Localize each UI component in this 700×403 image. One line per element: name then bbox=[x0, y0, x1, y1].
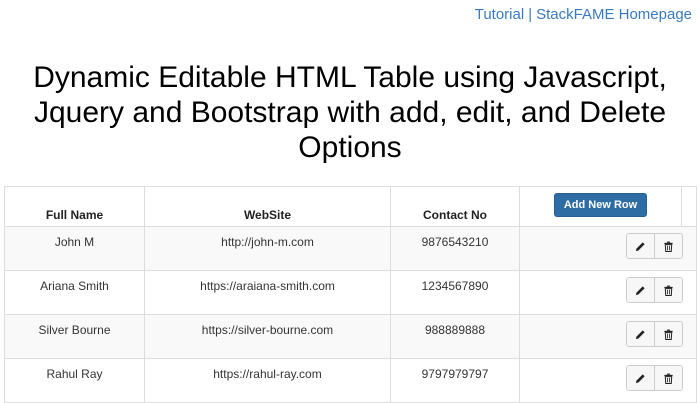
top-links: Tutorial | StackFAME Homepage bbox=[475, 6, 692, 23]
trash-icon bbox=[663, 285, 673, 296]
delete-button[interactable] bbox=[653, 366, 682, 390]
edit-button[interactable] bbox=[626, 278, 654, 302]
pencil-icon bbox=[635, 373, 645, 383]
trash-icon bbox=[663, 329, 673, 340]
editable-table: Full Name WebSite Contact No Add New Row… bbox=[4, 186, 697, 403]
tutorial-link[interactable]: Tutorial bbox=[475, 6, 524, 23]
cell-actions bbox=[519, 270, 697, 315]
delete-button[interactable] bbox=[653, 234, 682, 258]
pencil-icon bbox=[635, 329, 645, 339]
delete-button[interactable] bbox=[653, 278, 682, 302]
cell-actions bbox=[519, 226, 697, 271]
table-row: Rahul Ray https://rahul-ray.com 97979797… bbox=[4, 358, 697, 403]
cell-contact-no[interactable]: 9797979797 bbox=[390, 358, 520, 403]
column-header-full-name: Full Name bbox=[4, 186, 145, 227]
cell-contact-no[interactable]: 9876543210 bbox=[390, 226, 520, 271]
column-header-website: WebSite bbox=[144, 186, 391, 227]
row-action-buttons bbox=[625, 277, 683, 303]
pencil-icon bbox=[635, 241, 645, 251]
cell-actions bbox=[519, 314, 697, 359]
pencil-icon bbox=[635, 285, 645, 295]
cell-full-name[interactable]: Silver Bourne bbox=[4, 314, 145, 359]
cell-full-name[interactable]: John M bbox=[4, 226, 145, 271]
stackfame-homepage-link[interactable]: StackFAME Homepage bbox=[536, 6, 692, 23]
add-new-row-button[interactable]: Add New Row bbox=[553, 193, 648, 217]
row-action-buttons bbox=[625, 233, 683, 259]
cell-full-name[interactable]: Ariana Smith bbox=[4, 270, 145, 315]
cell-contact-no[interactable]: 988889888 bbox=[390, 314, 520, 359]
row-action-buttons bbox=[625, 321, 683, 347]
cell-full-name[interactable]: Rahul Ray bbox=[4, 358, 145, 403]
header-spacer-cell bbox=[681, 186, 697, 227]
cell-website[interactable]: https://rahul-ray.com bbox=[144, 358, 391, 403]
edit-button[interactable] bbox=[626, 366, 654, 390]
table-row: Silver Bourne https://silver-bourne.com … bbox=[4, 314, 697, 359]
cell-website[interactable]: https://araiana-smith.com bbox=[144, 270, 391, 315]
add-row-cell: Add New Row bbox=[519, 186, 682, 227]
cell-actions bbox=[519, 358, 697, 403]
link-separator: | bbox=[528, 6, 533, 23]
trash-icon bbox=[663, 373, 673, 384]
edit-button[interactable] bbox=[626, 322, 654, 346]
delete-button[interactable] bbox=[653, 322, 682, 346]
table-header-row: Full Name WebSite Contact No Add New Row bbox=[4, 186, 697, 227]
table-row: John M http://john-m.com 9876543210 bbox=[4, 226, 697, 271]
cell-website[interactable]: http://john-m.com bbox=[144, 226, 391, 271]
table-row: Ariana Smith https://araiana-smith.com 1… bbox=[4, 270, 697, 315]
trash-icon bbox=[663, 241, 673, 252]
column-header-contact-no: Contact No bbox=[390, 186, 520, 227]
cell-contact-no[interactable]: 1234567890 bbox=[390, 270, 520, 315]
row-action-buttons bbox=[625, 365, 683, 391]
edit-button[interactable] bbox=[626, 234, 654, 258]
page-title: Dynamic Editable HTML Table using Javasc… bbox=[33, 61, 667, 164]
cell-website[interactable]: https://silver-bourne.com bbox=[144, 314, 391, 359]
